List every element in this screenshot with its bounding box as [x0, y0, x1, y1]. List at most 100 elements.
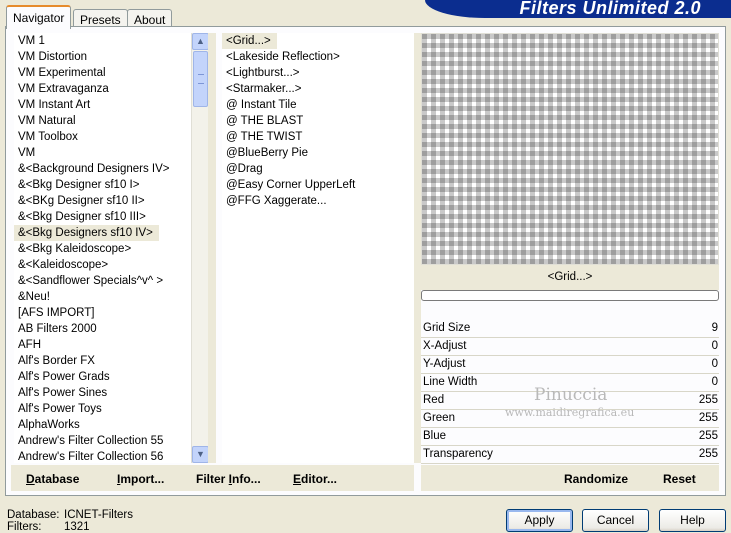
category-list-item[interactable]: &<Background Designers IV> — [14, 161, 170, 177]
list-divider — [208, 33, 216, 463]
filter-list-item[interactable]: @BlueBerry Pie — [222, 145, 308, 161]
filter-list-item[interactable]: @Easy Corner UpperLeft — [222, 177, 355, 193]
parameter-slider[interactable]: Blue 255 — [421, 428, 719, 446]
randomize-button[interactable]: Randomize — [564, 472, 628, 486]
category-list-item[interactable]: &<Sandflower Specials^v^ > — [14, 273, 163, 289]
filter-list-item-wrapper: <Lakeside Reflection> — [222, 49, 414, 65]
app-banner-title: Filters Unlimited 2.0 — [425, 0, 731, 18]
help-button[interactable]: Help — [659, 509, 726, 532]
filter-list-item[interactable]: <Lakeside Reflection> — [222, 49, 340, 65]
editor-button[interactable]: Editor... — [293, 472, 337, 486]
category-list-item[interactable]: &<Kaleidoscope> — [14, 257, 108, 273]
tab-navigator[interactable]: Navigator — [6, 5, 72, 29]
label-rest: atabase — [34, 472, 80, 486]
status-filters: Filters: 1321 — [7, 521, 90, 533]
category-list[interactable]: VM 1 VM Distortion VM Experimental VM Extra… — [14, 33, 191, 463]
watermark-name: Pinuccia — [534, 385, 608, 405]
apply-button[interactable]: Apply — [506, 509, 573, 532]
filter-list-item[interactable]: <Lightburst...> — [222, 65, 300, 81]
cancel-button[interactable]: Cancel — [582, 509, 649, 532]
category-list-item[interactable]: VM Toolbox — [14, 129, 78, 145]
parameter-slider[interactable]: Grid Size 9 — [421, 320, 719, 338]
category-list-item[interactable]: &<BKg Designer sf10 II> — [14, 193, 145, 209]
parameter-label: Blue — [423, 430, 447, 442]
parameter-value: 0 — [711, 376, 718, 388]
filter-list-item[interactable]: @Drag — [222, 161, 263, 177]
category-list-item[interactable]: VM Natural — [14, 113, 76, 129]
parameter-label: Green — [423, 412, 455, 424]
filter-list-item[interactable]: <Starmaker...> — [222, 81, 301, 97]
category-list-item[interactable]: VM — [14, 145, 35, 161]
filter-list-item[interactable]: @ THE BLAST — [222, 113, 303, 129]
category-list-item[interactable]: Alf's Power Toys — [14, 401, 102, 417]
category-list-item-wrapper: &<Bkg Kaleidoscope> — [14, 241, 191, 257]
status-database-value: ICNET-Filters — [64, 509, 133, 521]
category-list-item[interactable]: Alf's Border FX — [14, 353, 95, 369]
filter-list-item-wrapper: <Grid...> — [222, 33, 414, 49]
category-list-item-wrapper: VM Experimental — [14, 65, 191, 81]
parameter-value: 255 — [698, 430, 718, 442]
category-list-item[interactable]: Alf's Power Grads — [14, 369, 110, 385]
list-divider — [414, 33, 421, 463]
mnemonic: D — [26, 472, 35, 486]
category-list-item-wrapper: &<Background Designers IV> — [14, 161, 191, 177]
watermark-url: www.maidiregrafica.eu — [505, 406, 635, 419]
category-list-item[interactable]: [AFS IMPORT] — [14, 305, 94, 321]
category-list-item[interactable]: Alf's Power Sines — [14, 385, 107, 401]
category-list-item[interactable]: AlphaWorks — [14, 417, 80, 433]
label-pre: Filter — [196, 472, 229, 486]
category-list-item[interactable]: VM Extravaganza — [14, 81, 109, 97]
reset-button[interactable]: Reset — [663, 472, 696, 486]
import-button[interactable]: Import... — [117, 472, 164, 486]
filter-list-item-wrapper: @ THE TWIST — [222, 129, 414, 145]
parameter-value: 0 — [711, 340, 718, 352]
filter-list-item[interactable]: @ Instant Tile — [222, 97, 296, 113]
category-list-item[interactable]: &<Bkg Kaleidoscope> — [14, 241, 131, 257]
filter-list-item-wrapper: @Drag — [222, 161, 414, 177]
parameter-slider[interactable]: X-Adjust 0 — [421, 338, 719, 356]
category-list-item-wrapper: VM Instant Art — [14, 97, 191, 113]
filter-list[interactable]: <Grid...> <Lakeside Reflection> <Lightburs… — [222, 33, 414, 463]
filter-list-item[interactable]: <Grid...> — [222, 33, 277, 49]
category-list-item[interactable]: &<Bkg Designer sf10 I> — [14, 177, 139, 193]
category-list-item[interactable]: Andrew's Filter Collection 55 — [14, 433, 163, 449]
scroll-down-arrow-icon[interactable]: ▼ — [192, 446, 209, 463]
category-list-item[interactable]: AFH — [14, 337, 41, 353]
preview-filter-name: <Grid...> — [421, 265, 719, 290]
filter-list-item-wrapper: <Starmaker...> — [222, 81, 414, 97]
category-list-item[interactable]: &<Bkg Designers sf10 IV> — [14, 225, 159, 241]
category-list-item[interactable]: VM Experimental — [14, 65, 106, 81]
filter-list-item-wrapper: @ Instant Tile — [222, 97, 414, 113]
category-list-item[interactable]: VM 1 — [14, 33, 45, 49]
filter-info-button[interactable]: Filter Info... — [196, 472, 261, 486]
status-database-label: Database: — [7, 509, 60, 521]
category-list-item-wrapper: Alf's Power Grads — [14, 369, 191, 385]
parameter-slider[interactable]: Transparency 255 — [421, 446, 719, 464]
filter-list-item-wrapper: @ THE BLAST — [222, 113, 414, 129]
category-list-item[interactable]: AB Filters 2000 — [14, 321, 97, 337]
database-button[interactable]: Database — [26, 472, 79, 486]
category-scrollbar[interactable]: ▲ ▼ — [191, 33, 209, 463]
category-list-item-wrapper: AlphaWorks — [14, 417, 191, 433]
category-list-item-wrapper: Alf's Power Toys — [14, 401, 191, 417]
category-list-item[interactable]: Andrew's Filter Collection 56 — [14, 449, 163, 463]
category-list-item[interactable]: &Neu! — [14, 289, 50, 305]
parameter-slider[interactable]: Y-Adjust 0 — [421, 356, 719, 374]
category-list-item[interactable]: &<Bkg Designer sf10 III> — [14, 209, 146, 225]
scroll-up-arrow-icon[interactable]: ▲ — [192, 33, 209, 50]
status-filters-value: 1321 — [64, 521, 90, 533]
category-list-item[interactable]: VM Distortion — [14, 49, 87, 65]
parameter-value: 0 — [711, 358, 718, 370]
category-list-item-wrapper: AFH — [14, 337, 191, 353]
parameter-label: Grid Size — [423, 322, 471, 334]
category-list-item-wrapper: Andrew's Filter Collection 55 — [14, 433, 191, 449]
filter-preview — [421, 33, 719, 265]
status-database: Database: ICNET-Filters — [7, 509, 133, 521]
category-list-item[interactable]: VM Instant Art — [14, 97, 90, 113]
filter-list-item[interactable]: @FFG Xaggerate... — [222, 193, 327, 209]
slider-track — [421, 463, 719, 464]
category-list-item-wrapper: VM Toolbox — [14, 129, 191, 145]
scroll-thumb[interactable] — [193, 51, 208, 107]
category-list-item-wrapper: VM 1 — [14, 33, 191, 49]
filter-list-item[interactable]: @ THE TWIST — [222, 129, 302, 145]
